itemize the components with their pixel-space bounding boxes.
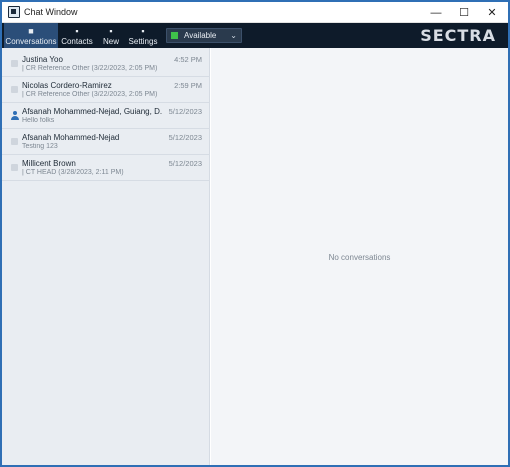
message-icon — [11, 164, 18, 171]
minimize-button[interactable]: — — [422, 2, 450, 23]
status-value: Available — [184, 31, 217, 40]
chevron-down-icon: ⌄ — [230, 31, 237, 40]
settings-button[interactable]: ▪ Settings — [126, 23, 160, 48]
conversations-icon: ■ — [28, 26, 34, 36]
conversation-preview: | CT HEAD (3/28/2023, 2:11 PM) — [22, 169, 124, 176]
contacts-icon: ▪ — [75, 26, 79, 36]
conversation-time: 5/12/2023 — [168, 133, 202, 142]
empty-state-message: No conversations — [328, 253, 391, 262]
conversation-preview: | CR Reference Other (3/22/2023, 2:05 PM… — [22, 65, 158, 72]
app-icon — [8, 6, 20, 18]
settings-icon: ▪ — [141, 26, 145, 36]
brand-logo: SECTRA — [420, 26, 496, 45]
conversation-time: 4:52 PM — [174, 55, 202, 64]
conversation-preview: Hello folks — [22, 117, 55, 124]
title-bar: Chat Window — ☐ ✕ — [2, 2, 508, 23]
conversation-preview: Testing 123 — [22, 143, 58, 150]
contacts-button[interactable]: ▪ Contacts — [59, 23, 95, 48]
conversation-name: Millicent Brown — [22, 159, 76, 168]
conversations-label: Conversations — [5, 37, 57, 46]
message-icon — [11, 86, 18, 93]
conversation-name: Afsanah Mohammed-Nejad, Guiang, D... — [22, 107, 162, 116]
close-button[interactable]: ✕ — [478, 2, 506, 23]
conversation-name: Nicolas Cordero-Ramirez — [22, 81, 112, 90]
status-available-icon — [171, 32, 178, 39]
conversation-item[interactable]: Afsanah Mohammed-Nejad Testing 123 5/12/… — [2, 129, 210, 155]
chat-window: Chat Window — ☐ ✕ ■ Conversations ▪ Cont… — [0, 0, 510, 467]
settings-label: Settings — [128, 37, 158, 46]
conversation-time: 5/12/2023 — [168, 159, 202, 168]
conversation-time: 5/12/2023 — [168, 107, 202, 116]
conversation-item[interactable]: Millicent Brown | CT HEAD (3/28/2023, 2:… — [2, 155, 210, 181]
new-label: New — [102, 37, 119, 46]
new-button[interactable]: ▪ New — [98, 23, 124, 48]
new-conversation-icon: ▪ — [109, 26, 113, 36]
maximize-button[interactable]: ☐ — [450, 2, 478, 23]
message-icon — [11, 60, 18, 67]
group-person-icon — [11, 111, 19, 120]
conversation-time: 2:59 PM — [174, 81, 202, 90]
conversations-button[interactable]: ■ Conversations — [4, 23, 58, 48]
contacts-label: Contacts — [61, 37, 93, 46]
conversation-view: No conversations — [211, 48, 508, 465]
status-dropdown[interactable]: Available ⌄ — [166, 28, 242, 43]
conversation-name: Justina Yoo — [22, 55, 63, 64]
conversation-name: Afsanah Mohammed-Nejad — [22, 133, 120, 142]
conversation-preview: | CR Reference Other (3/22/2023, 2:05 PM… — [22, 91, 158, 98]
conversation-list: Justina Yoo | CR Reference Other (3/22/2… — [2, 48, 210, 465]
window-title: Chat Window — [24, 7, 78, 17]
conversation-item[interactable]: Justina Yoo | CR Reference Other (3/22/2… — [2, 51, 210, 77]
conversation-item[interactable]: Nicolas Cordero-Ramirez | CR Reference O… — [2, 77, 210, 103]
conversation-item[interactable]: Afsanah Mohammed-Nejad, Guiang, D... Hel… — [2, 103, 210, 129]
toolbar: ■ Conversations ▪ Contacts ▪ New ▪ Setti… — [2, 23, 508, 48]
message-icon — [11, 138, 18, 145]
